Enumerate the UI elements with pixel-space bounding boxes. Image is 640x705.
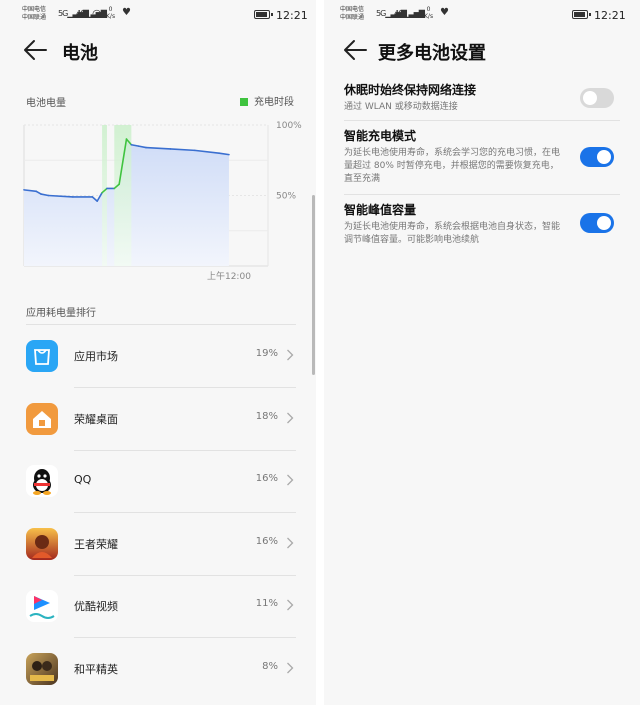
battery-panel: 中国电信 中国联通 5G▁▃▅▇ 4G▁▃▅▇ ◠ 0 K/s ♥ 12:21 …	[0, 0, 316, 705]
battery-icon	[572, 10, 591, 19]
app-name: 和平精英	[74, 662, 118, 676]
health-icon: ♥	[122, 7, 131, 18]
toggle-knob	[583, 91, 597, 105]
net-speed: 0 K/s	[424, 6, 434, 20]
app-usage-section-title: 应用耗电量排行	[26, 308, 96, 319]
carrier-2: 中国联通	[22, 14, 47, 21]
app-name: 荣耀桌面	[74, 412, 118, 426]
chevron-right-icon	[287, 412, 294, 423]
setting-divider	[344, 120, 620, 121]
chart-label: 电池电量	[26, 98, 66, 109]
app-percent: 18%	[255, 410, 278, 422]
chart-charging-range	[102, 125, 107, 266]
chart-charging-range	[114, 125, 132, 266]
app-name: QQ	[74, 473, 92, 486]
carrier-1: 中国电信	[22, 6, 47, 13]
clock: 12:21	[276, 9, 308, 22]
app-name: 王者荣耀	[74, 537, 118, 551]
app-row[interactable]: 王者荣耀 16%	[0, 513, 316, 576]
app-row[interactable]: 应用市场 19%	[0, 325, 316, 388]
toggle-knob	[597, 150, 611, 164]
carrier-labels: 中国电信 中国联通	[340, 6, 364, 22]
app-name: 应用市场	[74, 350, 118, 363]
app-market-icon	[26, 340, 58, 372]
chevron-right-icon	[287, 537, 294, 548]
health-icon: ♥	[440, 7, 449, 18]
chevron-right-icon	[287, 662, 294, 673]
setting-description: 为延长电池使用寿命，系统会学习您的充电习惯，在电量超过 80% 时暂停充电，并根…	[344, 148, 561, 184]
battery-icon	[254, 10, 273, 19]
carrier-labels: 中国电信 中国联通	[22, 6, 46, 22]
app-row[interactable]: 优酷视频 11%	[0, 575, 316, 638]
app-row[interactable]: QQ 16%	[0, 450, 316, 513]
chart-y-tick-label: 50%	[276, 192, 296, 202]
chart-x-tick-label: 上午12:00	[207, 270, 251, 282]
more-battery-settings-panel: 中国电信 中国联通 5G▁▃▅▇ 4G▁▃▅▇ 0 K/s ♥ 12:21 更多…	[324, 0, 640, 705]
battery-level-chart: 100% 50% 上午12:00	[23, 121, 302, 282]
app-percent: 16%	[255, 535, 278, 547]
toggle-knob	[597, 216, 611, 230]
page-title: 电池	[62, 43, 98, 64]
status-bar: 中国电信 中国联通 5G▁▃▅▇ 4G▁▃▅▇ ◠ 0 K/s ♥ 12:21	[0, 0, 316, 28]
wifi-icon: ◠	[92, 7, 102, 20]
chevron-right-icon	[287, 599, 294, 611]
setting-toggle[interactable]	[580, 147, 614, 167]
setting-toggle[interactable]	[580, 213, 614, 233]
qq-icon	[26, 465, 58, 497]
app-name: 优酷视频	[74, 600, 118, 613]
setting-description: 为延长电池使用寿命，系统会根据电池自身状态，智能调节峰值容量。可能影响电池续航	[344, 222, 561, 245]
setting-divider	[344, 194, 620, 195]
status-bar: 中国电信 中国联通 5G▁▃▅▇ 4G▁▃▅▇ 0 K/s ♥ 12:21	[324, 0, 640, 28]
clock: 12:21	[594, 9, 626, 22]
app-percent: 16%	[255, 473, 278, 484]
chart-legend: 充电时段	[240, 93, 294, 108]
chevron-right-icon	[287, 474, 294, 486]
carrier-2: 中国联通	[340, 14, 365, 21]
setting-title: 智能充电模式	[344, 129, 417, 143]
chevron-right-icon	[287, 349, 294, 361]
page-title: 更多电池设置	[378, 43, 486, 64]
scrollbar[interactable]	[312, 195, 315, 375]
net-speed: 0 K/s	[106, 6, 116, 20]
back-arrow-icon[interactable]	[22, 38, 48, 62]
page-header: 更多电池设置	[324, 36, 640, 66]
app-percent: 8%	[262, 660, 278, 672]
game-for-peace-icon	[26, 652, 58, 685]
signal-2-icon: 4G▁▃▅▇	[394, 9, 425, 18]
honor-of-kings-icon	[26, 527, 58, 560]
charge-swatch	[240, 98, 248, 106]
youku-icon	[26, 590, 58, 622]
page-header: 电池	[0, 36, 316, 66]
app-percent: 19%	[255, 348, 278, 359]
app-percent: 11%	[255, 598, 278, 609]
honor-home-icon	[26, 402, 58, 435]
setting-toggle[interactable]	[580, 88, 614, 108]
setting-description: 通过 WLAN 或移动数据连接	[344, 102, 458, 112]
back-arrow-icon[interactable]	[342, 38, 368, 62]
app-row[interactable]: 和平精英 8%	[0, 638, 316, 700]
chart-y-tick-label: 100%	[276, 121, 302, 131]
legend-label: 充电时段	[254, 97, 294, 108]
panel-gap	[316, 0, 324, 705]
app-row[interactable]: 荣耀桌面 18%	[0, 388, 316, 451]
carrier-1: 中国电信	[340, 6, 365, 13]
